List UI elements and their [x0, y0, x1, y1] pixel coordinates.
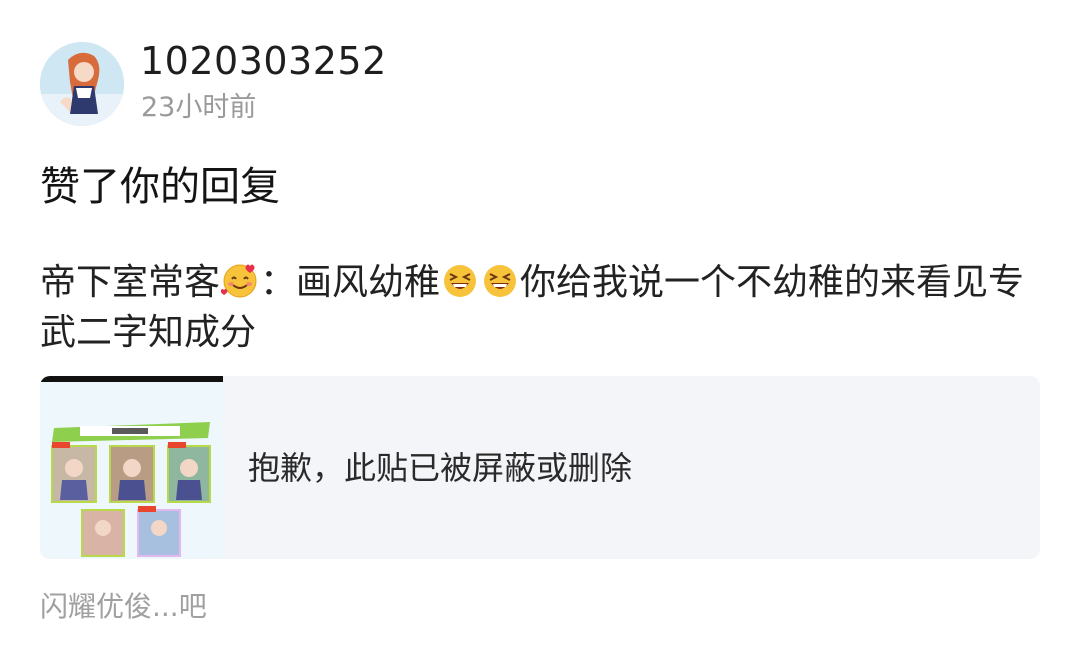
avatar[interactable] — [40, 42, 124, 126]
quote-author[interactable]: 帝下室常客 — [40, 262, 220, 303]
grinning-squinting-face-icon — [441, 262, 479, 300]
deleted-post-card[interactable]: 抱歉，此贴已被屏蔽或删除 — [40, 376, 1040, 559]
deleted-post-message: 抱歉，此贴已被屏蔽或删除 — [248, 449, 633, 487]
anime-avatar-icon — [40, 42, 124, 126]
quoted-reply[interactable]: 帝下室常客 ：画风幼稚 你给我说一个不幼稚的来看见专武二字知成分 — [40, 258, 1040, 358]
quote-separator: ： — [260, 262, 297, 303]
smiling-face-with-hearts-icon — [221, 262, 259, 300]
gacha-result-thumbnail — [40, 382, 223, 559]
timestamp: 23小时前 — [141, 92, 257, 123]
grinning-squinting-face-icon — [481, 262, 519, 300]
username[interactable]: 1020303252 — [140, 38, 387, 84]
notification-action: 赞了你的回复 — [40, 164, 280, 210]
post-thumbnail — [40, 376, 223, 559]
forum-source[interactable]: 闪耀优俊...吧 — [40, 588, 207, 626]
quote-text-part1: 画风幼稚 — [296, 262, 441, 303]
